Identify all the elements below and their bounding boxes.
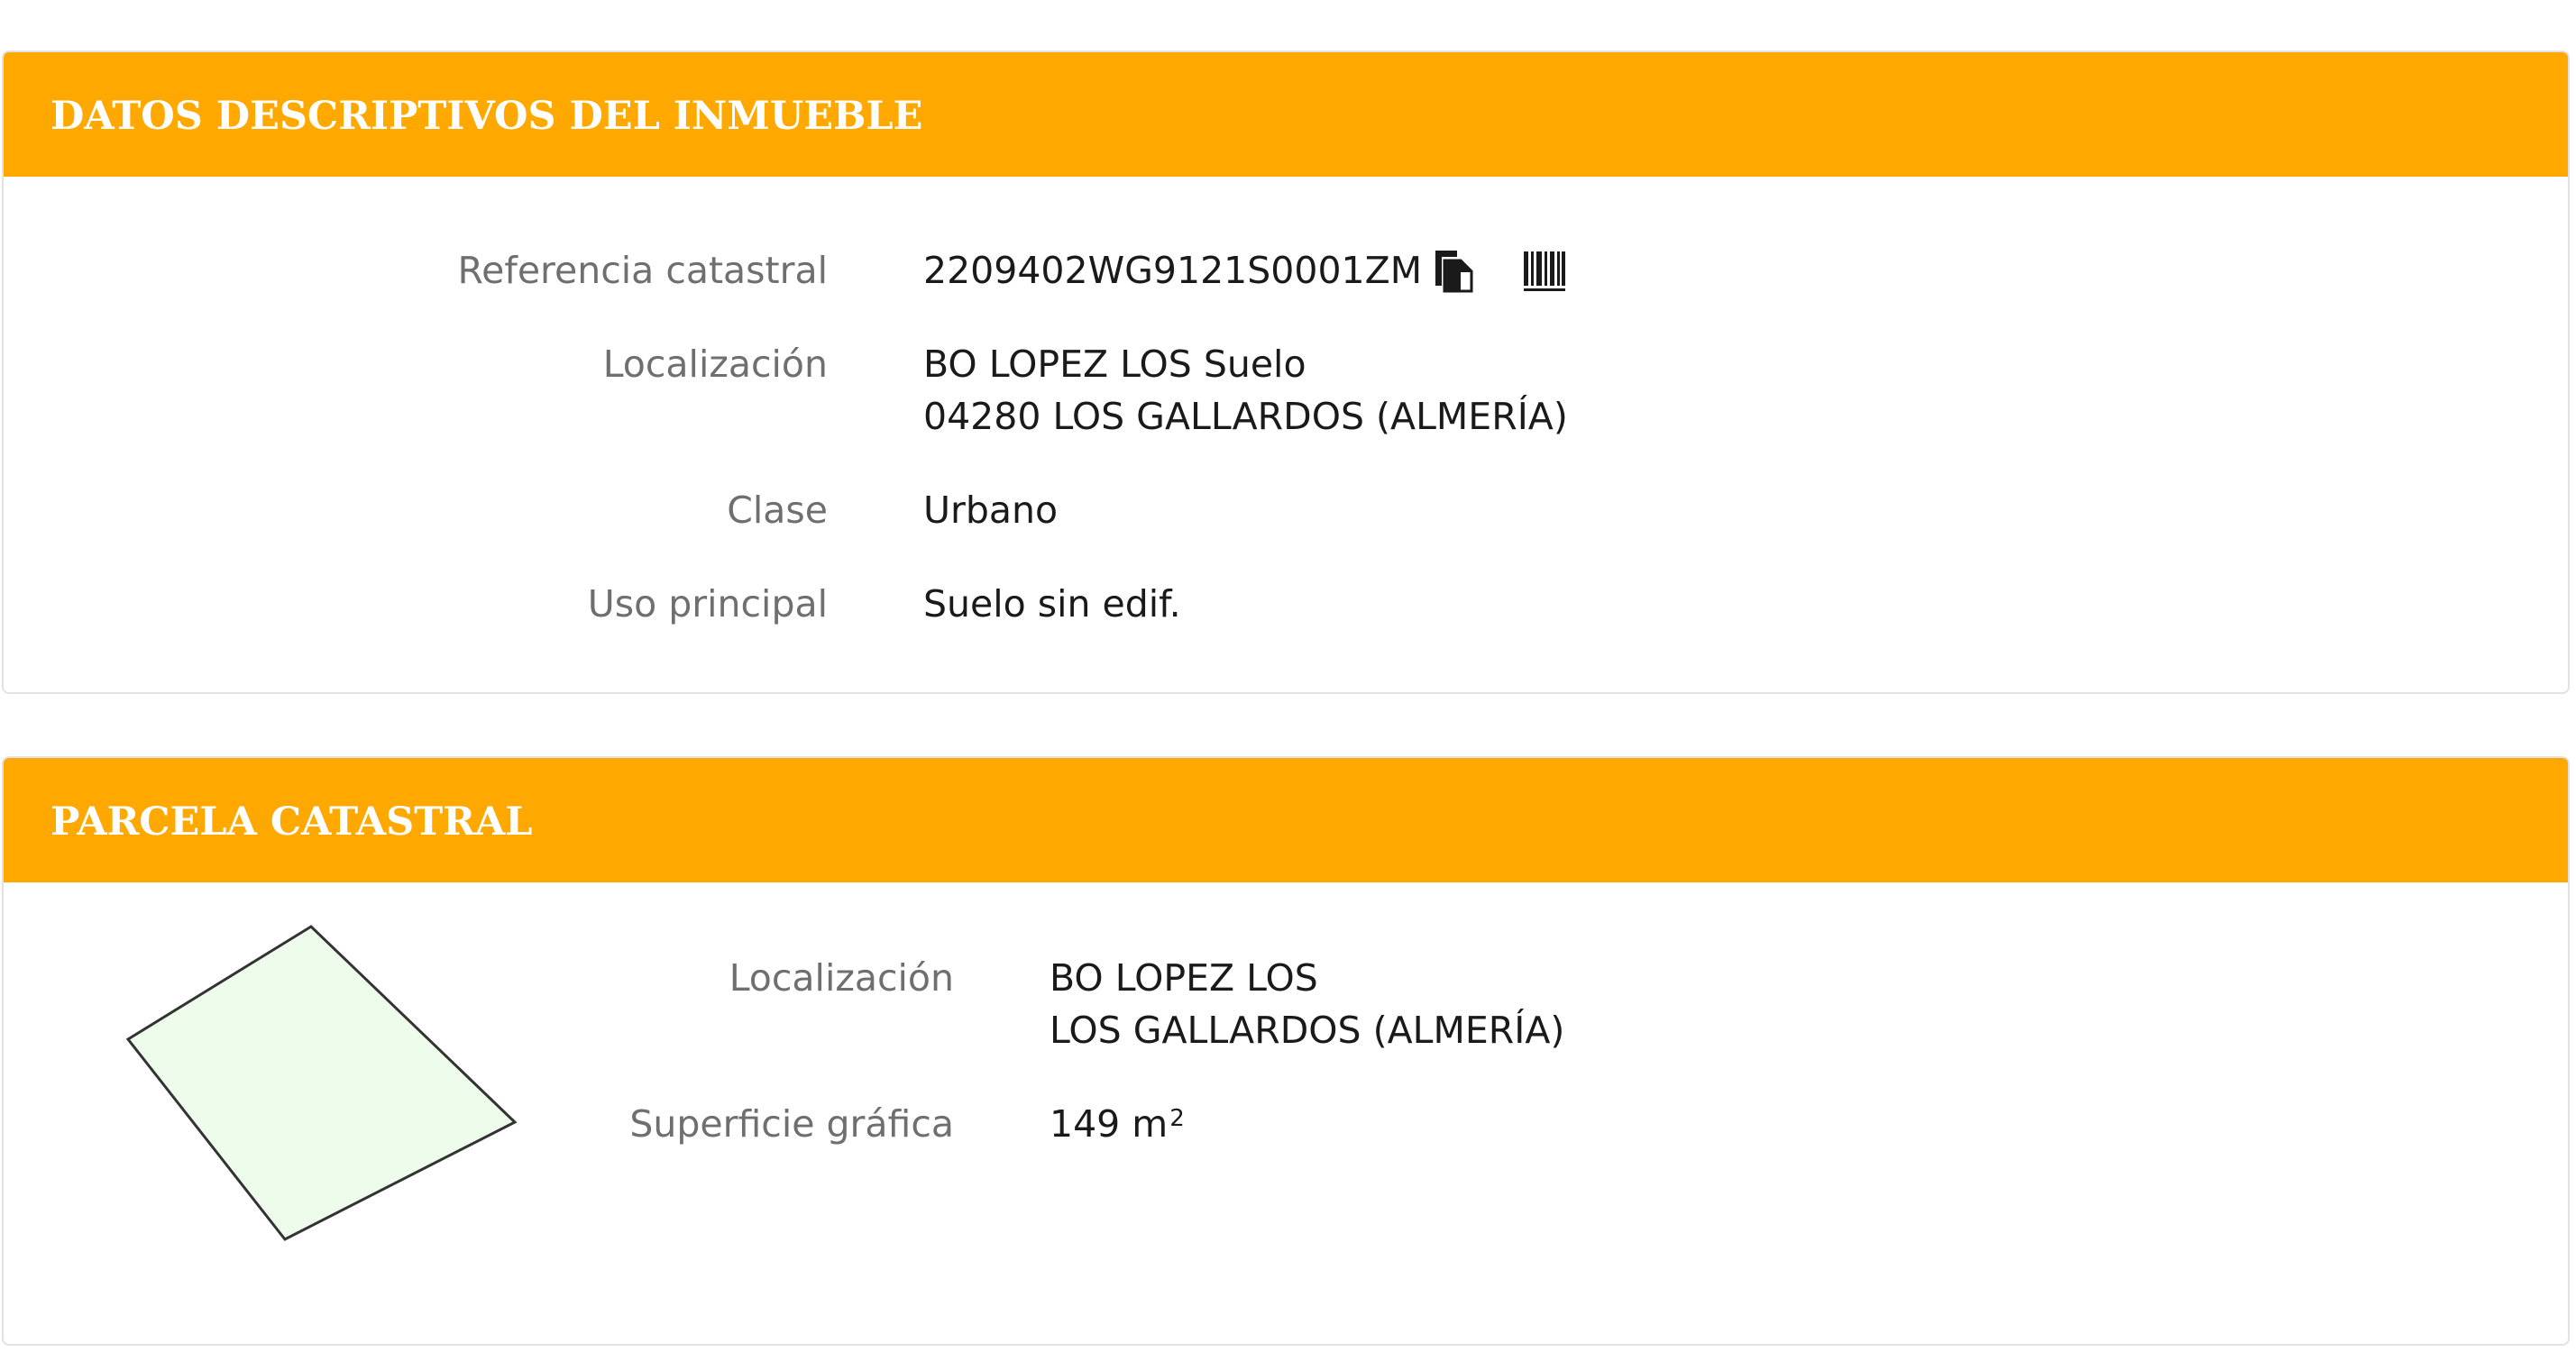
barcode-icon[interactable] — [1522, 250, 1567, 293]
inmueble-panel-title: DATOS DESCRIPTIVOS DEL INMUEBLE — [50, 94, 923, 139]
referencia-label: Referencia catastral — [457, 249, 828, 292]
superficie-label: Superficie gráfica — [629, 1102, 954, 1146]
clase-value: Urbano — [923, 489, 1059, 532]
parcela-localizacion-line2: LOS GALLARDOS (ALMERÍA) — [1050, 1009, 1565, 1052]
parcela-panel-header: PARCELA CATASTRAL — [4, 758, 2568, 882]
superficie-value: 149 m2 — [1050, 1098, 1185, 1150]
superficie-number: 149 m — [1050, 1102, 1169, 1146]
referencia-value[interactable]: 2209402WG9121S0001ZM — [923, 244, 1422, 297]
inmueble-panel: DATOS DESCRIPTIVOS DEL INMUEBLE Referenc… — [2, 50, 2570, 694]
localizacion-line2: 04280 LOS GALLARDOS (ALMERÍA) — [923, 395, 1568, 438]
parcela-panel: PARCELA CATASTRAL Localización BO LOPEZ … — [2, 756, 2570, 1346]
superficie-exponent: 2 — [1169, 1105, 1185, 1132]
localizacion-label: Localización — [602, 343, 828, 386]
parcela-panel-title: PARCELA CATASTRAL — [50, 799, 533, 845]
uso-value: Suelo sin edif. — [923, 582, 1181, 626]
copy-icon[interactable] — [1432, 249, 1479, 294]
uso-label: Uso principal — [587, 582, 828, 626]
localizacion-line1: BO LOPEZ LOS Suelo — [923, 343, 1306, 386]
parcela-localizacion-line1: BO LOPEZ LOS — [1050, 956, 1318, 1000]
parcela-localizacion-label: Localización — [729, 956, 954, 1000]
inmueble-panel-header: DATOS DESCRIPTIVOS DEL INMUEBLE — [4, 52, 2568, 177]
clase-label: Clase — [727, 489, 828, 532]
